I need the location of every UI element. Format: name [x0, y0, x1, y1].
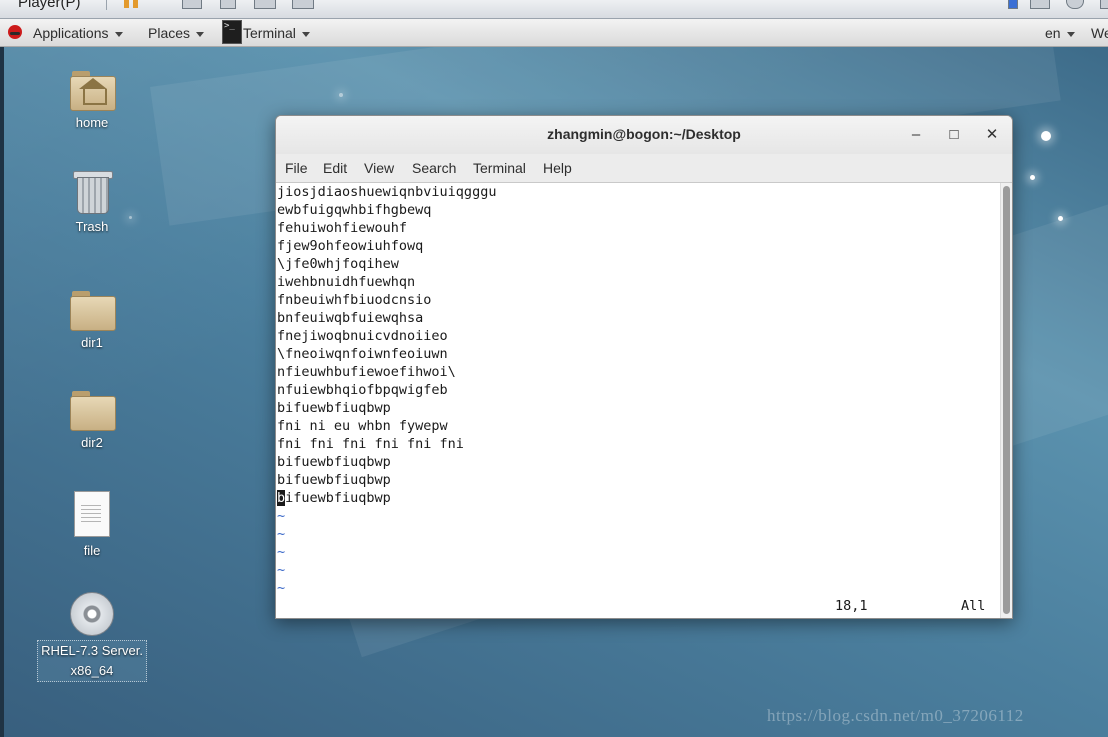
menu-edit[interactable]: Edit: [323, 160, 347, 176]
close-button[interactable]: ✕: [981, 124, 1003, 146]
toolbar-separator: [106, 0, 107, 10]
buffer-line: fnbeuiwhfbiuodcnsio: [277, 292, 432, 308]
buffer-line: iwehbnuidhfuewhqn: [277, 274, 416, 290]
scrollbar-thumb[interactable]: [1003, 186, 1010, 614]
disc-label-line1: RHEL-7.3 Server.: [41, 643, 143, 658]
text-file-icon: [74, 491, 110, 537]
buffer-line: nfuiewbhqiofbpqwigfeb: [277, 382, 448, 398]
buffer-line: fjew9ohfeowiuhfowq: [277, 238, 424, 254]
device-icon[interactable]: [1100, 0, 1108, 9]
menu-file[interactable]: File: [285, 160, 308, 176]
buffer-line: bifuewbfiuqbwp: [277, 454, 391, 470]
maximize-button[interactable]: □: [943, 124, 965, 146]
scroll-position-status: All: [961, 598, 986, 614]
desktop-icon-label: Trash: [75, 219, 109, 234]
vim-buffer: jiosjdiaoshuewiqnbviuiqgggu ewbfuigqwhbi…: [277, 183, 496, 597]
empty-line-tilde: ~: [277, 562, 286, 578]
folder-icon: [70, 391, 116, 431]
window-title: zhangmin@bogon:~/Desktop: [547, 126, 741, 142]
fit-guest-icon[interactable]: [254, 0, 276, 9]
send-keys-icon[interactable]: [182, 0, 202, 9]
language-menu[interactable]: en: [1045, 24, 1075, 42]
wallpaper-sparkle: [1058, 216, 1063, 221]
desktop-icon-dir2[interactable]: dir2: [37, 391, 147, 453]
desktop-icon-rhel-disc[interactable]: RHEL-7.3 Server. x86_64: [37, 592, 147, 682]
buffer-line: fnejiwoqbnuicvdnoiieo: [277, 328, 448, 344]
terminal-app-label: Terminal: [243, 25, 296, 41]
chevron-down-icon: [196, 31, 205, 37]
cursor-line-rest: ifuewbfiuqbwp: [285, 490, 391, 506]
terminal-app-icon: [222, 20, 242, 44]
user-menu[interactable]: We: [1091, 24, 1108, 42]
desktop-icon-label: file: [83, 543, 101, 558]
applications-menu[interactable]: Applications: [33, 24, 123, 42]
menu-view[interactable]: View: [364, 160, 394, 176]
wallpaper-sparkle: [1030, 175, 1035, 180]
buffer-line: ewbfuigqwhbifhgbewq: [277, 202, 432, 218]
bluetooth-icon[interactable]: [1008, 0, 1018, 9]
language-label: en: [1045, 25, 1061, 41]
buffer-line: fni ni eu whbn fywepw: [277, 418, 448, 434]
terminal-window: zhangmin@bogon:~/Desktop – □ ✕ File Edit…: [275, 115, 1013, 619]
buffer-line: fni fni fni fni fni fni: [277, 436, 464, 452]
buffer-line: bnfeuiwqbfuiewqhsa: [277, 310, 424, 326]
folder-icon: [70, 291, 116, 331]
buffer-line: fehuiwohfiewouhf: [277, 220, 408, 236]
pause-icon[interactable]: [124, 0, 142, 8]
menu-terminal[interactable]: Terminal: [473, 160, 526, 176]
cursor-position-status: 18,1: [835, 598, 868, 614]
empty-line-tilde: ~: [277, 544, 286, 560]
terminal-text-area[interactable]: jiosjdiaoshuewiqnbviuiqgggu ewbfuigqwhbi…: [276, 183, 1000, 618]
buffer-line: bifuewbfiuqbwp: [277, 472, 391, 488]
cursor-line: bifuewbfiuqbwp: [277, 489, 496, 507]
desktop-icon-label: dir1: [81, 335, 103, 350]
network-device-icon[interactable]: [1030, 0, 1050, 9]
desktop-icon-label: home: [75, 115, 109, 130]
buffer-line: \fneoiwqnfoiwnfeoiuwn: [277, 346, 448, 362]
buffer-line: bifuewbfiuqbwp: [277, 400, 391, 416]
desktop-icon-dir1[interactable]: dir1: [37, 291, 147, 353]
full-screen-icon[interactable]: [292, 0, 314, 9]
chevron-down-icon: [114, 31, 123, 37]
chevron-down-icon: [1066, 31, 1075, 37]
gnome-top-bar: Applications Places Terminal en We: [0, 19, 1108, 47]
vm-player-toolbar: Player(P): [0, 0, 1108, 19]
empty-line-tilde: ~: [277, 508, 286, 524]
desktop-icon-label: RHEL-7.3 Server. x86_64: [37, 640, 147, 682]
buffer-line: jiosjdiaoshuewiqnbviuiqgggu: [277, 184, 497, 200]
empty-line-tilde: ~: [277, 526, 286, 542]
places-menu[interactable]: Places: [148, 24, 205, 42]
wallpaper-sparkle: [339, 93, 343, 97]
window-titlebar[interactable]: zhangmin@bogon:~/Desktop – □ ✕: [276, 116, 1012, 154]
desktop-icon-trash[interactable]: Trash: [37, 167, 147, 237]
desktop-icon-home[interactable]: home: [37, 71, 147, 133]
buffer-line: nfieuwhbufiewoefihwoi\: [277, 364, 456, 380]
scrollbar[interactable]: [1000, 183, 1012, 618]
trash-icon: [73, 167, 113, 214]
wallpaper-sparkle: [1041, 131, 1051, 141]
buffer-line: \jfe0whjfoqihew: [277, 256, 399, 272]
applications-label: Applications: [33, 25, 109, 41]
menu-help[interactable]: Help: [543, 160, 572, 176]
snapshot-icon[interactable]: [220, 0, 236, 9]
menu-bar: File Edit View Search Terminal Help: [276, 154, 1012, 183]
redhat-icon: [8, 25, 22, 39]
terminal-app-menu[interactable]: Terminal: [243, 24, 310, 42]
desktop-icon-label: dir2: [81, 435, 103, 450]
minimize-button[interactable]: –: [905, 124, 927, 146]
empty-line-tilde: ~: [277, 580, 286, 596]
disc-label-line2: x86_64: [70, 663, 114, 678]
cd-device-icon[interactable]: [1066, 0, 1084, 9]
menu-search[interactable]: Search: [412, 160, 456, 176]
text-cursor: b: [277, 490, 286, 506]
disc-icon: [70, 592, 114, 636]
player-menu[interactable]: Player(P): [18, 0, 81, 11]
desktop-icon-file[interactable]: file: [37, 491, 147, 561]
watermark: https://blog.csdn.net/m0_37206112: [767, 706, 1024, 725]
chevron-down-icon: [301, 31, 310, 37]
home-folder-icon: [70, 71, 116, 111]
window-edge: [0, 47, 4, 737]
places-label: Places: [148, 25, 191, 41]
